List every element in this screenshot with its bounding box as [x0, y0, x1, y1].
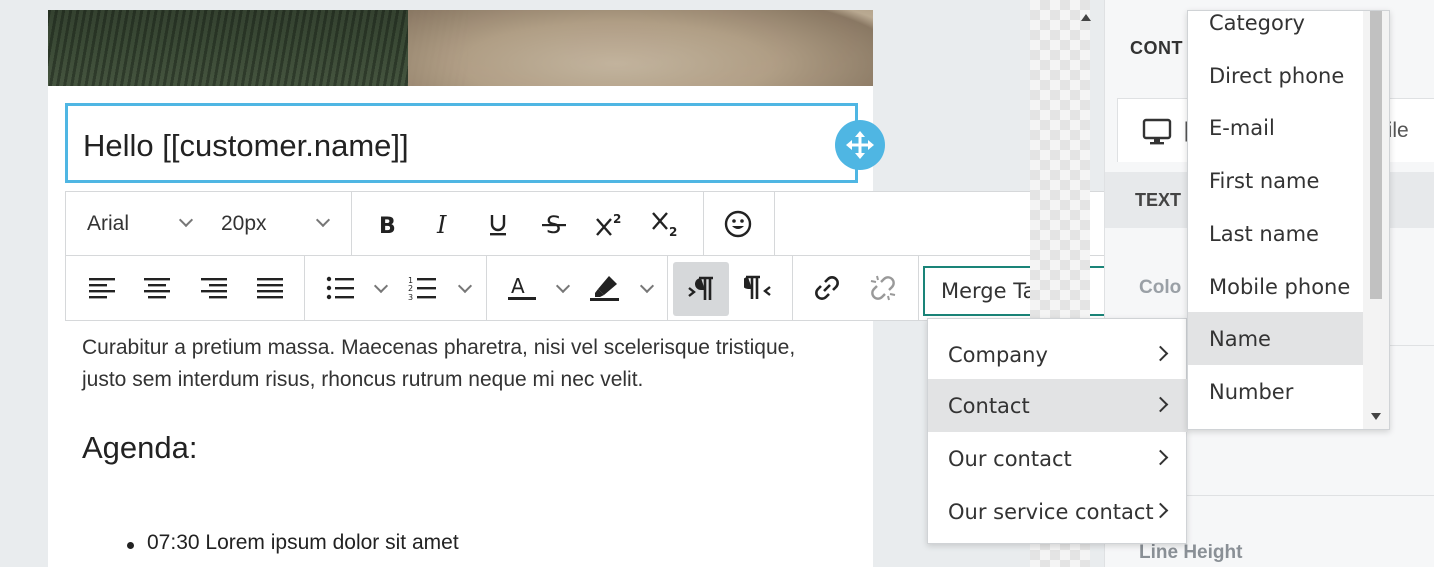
- title-text-block[interactable]: Hello [[customer.name]]: [65, 103, 858, 183]
- align-left-button[interactable]: [80, 266, 124, 310]
- list-item-text: 07:30 Lorem ipsum dolor sit amet: [147, 531, 459, 554]
- bulleted-list-icon: [326, 276, 354, 300]
- menu-item-company[interactable]: Company: [928, 328, 1188, 381]
- submenu-scrollbar[interactable]: [1363, 11, 1389, 429]
- text-section-label: TEXT: [1135, 190, 1182, 210]
- merge-tags-menu: Company Contact Our contact Our service …: [927, 318, 1188, 544]
- link-icon: [815, 276, 839, 300]
- svg-text:A: A: [511, 274, 525, 298]
- chevron-down-icon: [373, 278, 389, 294]
- line-height-label: Line Height: [1139, 542, 1243, 563]
- svg-text:2: 2: [613, 212, 621, 226]
- scroll-up-icon[interactable]: [1081, 14, 1091, 21]
- chevron-down-icon: [315, 212, 331, 228]
- font-size-select[interactable]: 20px: [211, 204, 341, 244]
- submenu-item-last-name[interactable]: Last name: [1188, 207, 1365, 260]
- emoji-button[interactable]: [716, 202, 760, 246]
- chevron-down-icon: [457, 278, 473, 294]
- align-center-icon: [144, 278, 170, 299]
- contact-submenu: Category Direct phone E-mail First name …: [1187, 10, 1390, 430]
- chevron-down-icon: [178, 212, 194, 228]
- svg-text:3: 3: [408, 293, 413, 301]
- svg-text:2: 2: [408, 284, 413, 293]
- agenda-heading[interactable]: Agenda:: [82, 430, 198, 466]
- bulleted-list-button[interactable]: [318, 266, 398, 310]
- align-center-button[interactable]: [135, 266, 179, 310]
- subscript-icon: 2: [652, 212, 677, 238]
- strikethrough-button[interactable]: S: [532, 202, 576, 246]
- superscript-icon: 2: [596, 212, 621, 236]
- desktop-monitor-icon: [1142, 118, 1172, 145]
- svg-text:2: 2: [669, 225, 677, 238]
- font-family-value: Arial: [87, 212, 130, 235]
- align-justify-button[interactable]: [248, 266, 292, 310]
- chevron-right-icon: [1152, 449, 1169, 466]
- emoji-icon: [724, 210, 752, 238]
- text-toolbar: Arial 20px B I S 2 2: [65, 191, 1107, 321]
- submenu-item-number[interactable]: Number: [1188, 365, 1365, 418]
- chevron-right-icon: [1152, 396, 1169, 413]
- menu-item-contact[interactable]: Contact: [928, 379, 1188, 432]
- italic-icon: I: [436, 212, 447, 236]
- menu-item-label: Our contact: [948, 446, 1072, 471]
- scrollbar-thumb[interactable]: [1370, 11, 1382, 299]
- panel-header: CONT: [1130, 38, 1183, 58]
- bold-button[interactable]: B: [366, 202, 410, 246]
- title-text[interactable]: Hello [[customer.name]]: [83, 128, 409, 164]
- remove-link-button[interactable]: [861, 266, 905, 310]
- numbered-list-button[interactable]: 123: [402, 266, 482, 310]
- italic-button[interactable]: I: [421, 202, 465, 246]
- align-right-icon: [201, 278, 227, 299]
- rtl-paragraph-icon: [744, 275, 771, 299]
- strikethrough-icon: S: [542, 211, 566, 237]
- body-paragraph[interactable]: Curabitur a pretium massa. Maecenas phar…: [82, 332, 842, 396]
- chevron-down-icon: [639, 278, 655, 294]
- font-family-select[interactable]: Arial: [74, 204, 204, 244]
- underline-icon: [490, 215, 506, 236]
- rtl-direction-button[interactable]: [736, 266, 780, 310]
- move-handle-icon[interactable]: [835, 120, 885, 170]
- text-color-icon: A: [508, 274, 536, 300]
- svg-text:B: B: [379, 214, 396, 236]
- list-item[interactable]: 07:30 Lorem ipsum dolor sit amet: [125, 531, 459, 555]
- ltr-direction-button[interactable]: [673, 262, 729, 316]
- submenu-item-mobile-phone[interactable]: Mobile phone: [1188, 260, 1365, 313]
- insert-link-button[interactable]: [805, 266, 849, 310]
- ltr-paragraph-icon: [688, 276, 713, 300]
- chevron-right-icon: [1152, 502, 1169, 519]
- unlink-icon: [870, 275, 896, 301]
- highlighter-icon: [590, 276, 619, 301]
- menu-item-label: Company: [948, 342, 1048, 367]
- menu-item-label: Our service contact: [948, 499, 1154, 524]
- menu-item-label: Contact: [948, 393, 1030, 418]
- chevron-right-icon: [1152, 345, 1169, 362]
- superscript-button[interactable]: 2: [588, 202, 632, 246]
- hero-image: [48, 10, 873, 86]
- align-right-button[interactable]: [192, 266, 236, 310]
- numbered-list-icon: 123: [408, 276, 436, 301]
- submenu-item-category[interactable]: Category: [1188, 11, 1365, 49]
- scroll-down-icon[interactable]: [1371, 413, 1381, 420]
- submenu-item-first-name[interactable]: First name: [1188, 154, 1365, 207]
- submenu-item-email[interactable]: E-mail: [1188, 101, 1365, 154]
- menu-item-our-service-contact[interactable]: Our service contact: [928, 485, 1188, 538]
- highlight-color-button[interactable]: [584, 266, 664, 310]
- submenu-item-name[interactable]: Name: [1188, 312, 1365, 365]
- text-color-button[interactable]: A: [500, 266, 580, 310]
- svg-text:I: I: [436, 212, 447, 236]
- subscript-button[interactable]: 2: [644, 202, 688, 246]
- desktop-tab[interactable]: [: [1142, 118, 1190, 151]
- chevron-down-icon: [555, 278, 571, 294]
- align-left-icon: [89, 278, 115, 299]
- bold-icon: B: [379, 214, 396, 236]
- color-label: Colo: [1139, 277, 1182, 298]
- submenu-item-direct-phone[interactable]: Direct phone: [1188, 49, 1365, 102]
- align-justify-icon: [257, 278, 283, 299]
- font-size-value: 20px: [221, 212, 267, 235]
- underline-button[interactable]: [476, 202, 520, 246]
- menu-item-our-contact[interactable]: Our contact: [928, 432, 1188, 485]
